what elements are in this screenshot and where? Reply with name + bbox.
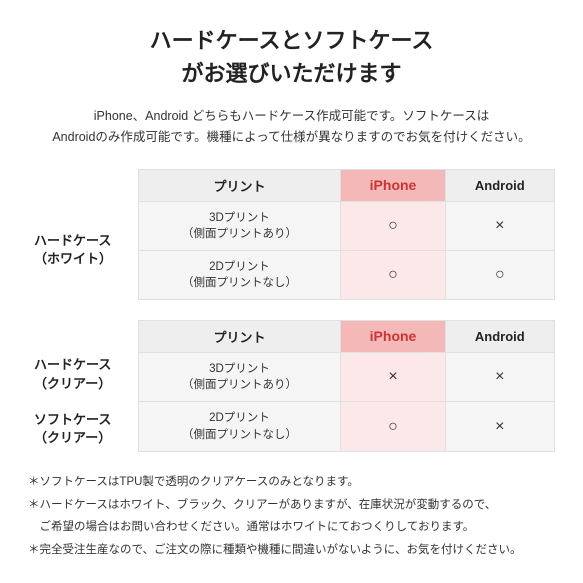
note-1: ＊ソフトケースはTPU製で透明のクリアケースのみとなります。 — [28, 472, 555, 493]
table1-row2-android: ○ — [445, 250, 554, 299]
subtitle: iPhone、Android どちらもハードケース作成可能です。ソフトケースは … — [28, 106, 555, 149]
table1-row2-label: 2Dプリント（側面プリントなし） — [138, 250, 341, 299]
table2-row2-iphone: ○ — [341, 402, 445, 451]
table-section-2: プリント iPhone Android ハードケース（クリアー）ソフトケース（ク… — [28, 320, 555, 452]
table1-col-iphone: iPhone — [341, 169, 445, 201]
table-row: ハードケース（ホワイト） 3Dプリント（側面プリントあり） ○ × — [28, 201, 555, 250]
table2-row1-label: 3Dプリント（側面プリントあり） — [138, 352, 341, 401]
table2-col-iphone: iPhone — [341, 320, 445, 352]
table2-row1-android: × — [445, 352, 554, 401]
table2-col-print: プリント — [138, 320, 341, 352]
title-line2: がお選びいただけます — [181, 61, 401, 86]
table2-row-header: ハードケース（クリアー）ソフトケース（クリアー） — [28, 352, 138, 451]
note-4: ＊完全受注生産なので、ご注文の際に種類や機種に間違いがないように、お気を付けくだ… — [28, 540, 555, 561]
table1-row-header: ハードケース（ホワイト） — [28, 201, 138, 299]
table-section-1: プリント iPhone Android ハードケース（ホワイト） 3Dプリント（… — [28, 169, 555, 300]
table2-row2-android: × — [445, 402, 554, 451]
table2-row1-iphone: × — [341, 352, 445, 401]
note-3: ご希望の場合はお問い合わせください。通常はホワイトにておつくりしております。 — [28, 517, 555, 538]
table1-row1-android: × — [445, 201, 554, 250]
table-row: ハードケース（クリアー）ソフトケース（クリアー） 3Dプリント（側面プリントあり… — [28, 352, 555, 401]
table1-row1-label: 3Dプリント（側面プリントあり） — [138, 201, 341, 250]
table2-col-android: Android — [445, 320, 554, 352]
table1-row2-iphone: ○ — [341, 250, 445, 299]
main-title: ハードケースとソフトケース がお選びいただけます — [28, 24, 555, 90]
notes-section: ＊ソフトケースはTPU製で透明のクリアケースのみとなります。 ＊ハードケースはホ… — [28, 472, 555, 561]
table1-col-print: プリント — [138, 169, 341, 201]
table1-row1-iphone: ○ — [341, 201, 445, 250]
table2-row2-label: 2Dプリント（側面プリントなし） — [138, 402, 341, 451]
page-container: ハードケースとソフトケース がお選びいただけます iPhone、Android … — [0, 0, 583, 583]
note-2: ＊ハードケースはホワイト、ブラック、クリアーがありますが、在庫状況が変動するので… — [28, 495, 555, 516]
title-line1: ハードケースとソフトケース — [150, 28, 434, 53]
table1-col-android: Android — [445, 169, 554, 201]
